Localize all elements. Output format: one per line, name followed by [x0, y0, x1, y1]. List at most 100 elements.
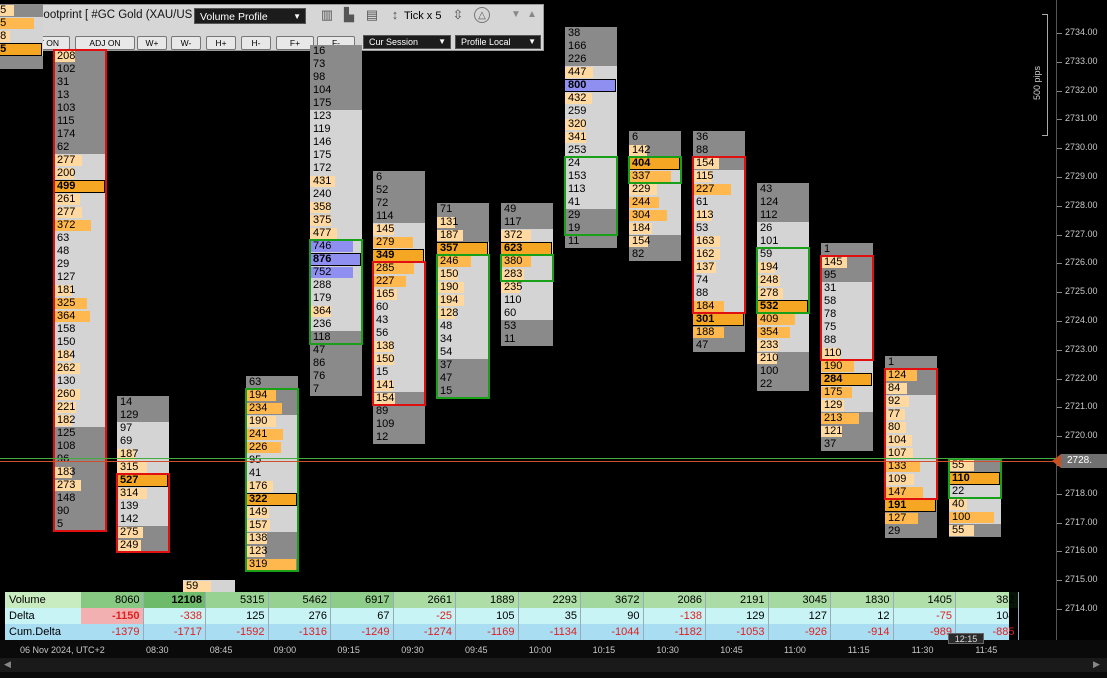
imbalance-box-buy — [628, 155, 682, 184]
volume-cell: 129 — [821, 399, 873, 413]
volume-cell: 2191 — [706, 592, 769, 608]
axis-tick-label: 2725.00 — [1065, 286, 1098, 297]
volume-cell: 5462 — [268, 592, 331, 608]
scroll-right-icon[interactable]: ▶ — [1093, 659, 1100, 670]
volume-cell: 29 — [885, 524, 937, 538]
volume-cell: 35 — [0, 4, 43, 18]
volume-cell: 184 — [629, 221, 681, 235]
volume-cell: 72 — [373, 197, 425, 211]
volume-value: 187 — [440, 228, 459, 241]
footprint-column[interactable]: 356528754 — [0, 4, 43, 70]
axis-tick-label: 2727.00 — [1065, 228, 1098, 239]
volume-cell: 213 — [821, 412, 873, 426]
volume-cell: 191 — [884, 498, 937, 512]
axis-tick-label: 2721.00 — [1065, 401, 1098, 412]
volume-value: 372 — [504, 228, 523, 241]
time-label: 10:15 — [592, 645, 616, 655]
volume-value: 11 — [568, 235, 580, 248]
axis-tick-mark — [1057, 436, 1062, 438]
cum-delta-cell: -1379 — [81, 624, 144, 640]
axis-tick-mark — [1057, 407, 1062, 409]
volume-cell: 431 — [310, 174, 362, 188]
volume-cell: 131 — [437, 215, 489, 229]
imbalance-box-buy — [436, 253, 490, 399]
volume-value: 477 — [313, 226, 332, 239]
volume-cell: 187 — [437, 228, 489, 242]
delta-cell: 276 — [269, 608, 331, 624]
volume-value: 166 — [568, 40, 587, 53]
volume-cell: 52 — [373, 184, 425, 198]
volume-value: 47 — [313, 343, 326, 356]
time-label: 09:45 — [465, 645, 488, 655]
footprint-chart[interactable]: 3565287542081023113103115174622772004992… — [0, 0, 1057, 640]
axis-tick-label: 2722.00 — [1065, 372, 1098, 383]
footprint-column[interactable]: 6 142 404 337 229 244 304 184 154 82 — [628, 130, 681, 261]
volume-value: 349 — [376, 249, 395, 262]
bid-line — [0, 458, 1057, 459]
volume-cell: 12108 — [143, 592, 206, 608]
volume-value: 341 — [568, 131, 587, 144]
volume-cell: 8060 — [81, 592, 144, 608]
time-label: 09:15 — [337, 645, 360, 655]
volume-cell: 26 — [757, 221, 809, 235]
axis-tick-label: 2714.00 — [1065, 603, 1098, 613]
volume-value: 253 — [568, 144, 587, 157]
volume-cell: 146 — [310, 135, 362, 149]
volume-cell: 4 — [0, 56, 43, 70]
volume-cell: 3672 — [581, 592, 644, 608]
volume-cell: 86 — [310, 356, 362, 370]
volume-cell: 2661 — [393, 592, 456, 608]
volume-value: 431 — [313, 174, 332, 187]
imbalance-box-buy — [500, 253, 554, 282]
scroll-left-icon[interactable]: ◀ — [4, 659, 11, 670]
axis-tick-mark — [1057, 580, 1062, 582]
axis-tick-mark — [1057, 551, 1062, 553]
cum-delta-cell: -1044 — [581, 624, 644, 640]
volume-cell: 145 — [373, 223, 425, 237]
axis-tick-label: 2730.00 — [1065, 142, 1098, 153]
volume-value: 354 — [760, 325, 779, 338]
volume-value: 110 — [504, 293, 522, 306]
volume-value: 40 — [952, 498, 965, 511]
volume-cell: 38 — [565, 27, 617, 41]
volume-value: 7 — [313, 382, 320, 395]
volume-cell: 320 — [565, 118, 617, 132]
volume-cell: 82 — [629, 247, 681, 261]
volume-value: 210 — [760, 351, 779, 364]
volume-value: 142 — [632, 143, 651, 156]
volume-cell: 1830 — [831, 592, 894, 608]
volume-cell: 210 — [757, 351, 809, 365]
delta-cell: 129 — [706, 608, 769, 624]
volume-value: 28 — [0, 30, 7, 43]
volume-cell: 98 — [310, 70, 362, 84]
axis-tick-label: 2732.00 — [1065, 84, 1098, 95]
volume-cell: 279 — [373, 236, 425, 250]
volume-cell: 244 — [629, 195, 681, 209]
volume-value: 12 — [376, 431, 389, 444]
cum-delta-cell: -1274 — [394, 624, 456, 640]
volume-value: 59 — [186, 580, 199, 593]
volume-value: 1 — [824, 243, 831, 256]
volume-value: 104 — [313, 83, 332, 96]
axis-tick-mark — [1057, 119, 1062, 121]
volume-value: 29 — [888, 524, 901, 537]
volume-value: 800 — [568, 79, 587, 92]
axis-tick-mark — [1057, 378, 1062, 380]
cum-delta-cell: -989 — [894, 624, 956, 640]
volume-value: 63 — [249, 375, 262, 388]
cum-delta-cell: -1053 — [706, 624, 769, 640]
volume-cell: 109 — [373, 418, 425, 432]
axis-tick-label: 2717.00 — [1065, 516, 1098, 527]
volume-cell: 1889 — [456, 592, 519, 608]
volume-cell: 14 — [117, 395, 169, 409]
volume-cell: 60 — [501, 306, 553, 320]
volume-cell: 11 — [501, 332, 553, 346]
volume-value: 53 — [504, 319, 517, 332]
volume-cell: 301 — [692, 312, 745, 326]
volume-cell: 154 — [629, 234, 681, 248]
imbalance-box-buy — [564, 156, 618, 237]
imbalance-box-sell — [53, 49, 107, 533]
volume-value: 55 — [952, 524, 965, 537]
horizontal-scrollbar[interactable]: ◀ ▶ — [0, 658, 1107, 672]
axis-tick-label: 2731.00 — [1065, 113, 1098, 124]
